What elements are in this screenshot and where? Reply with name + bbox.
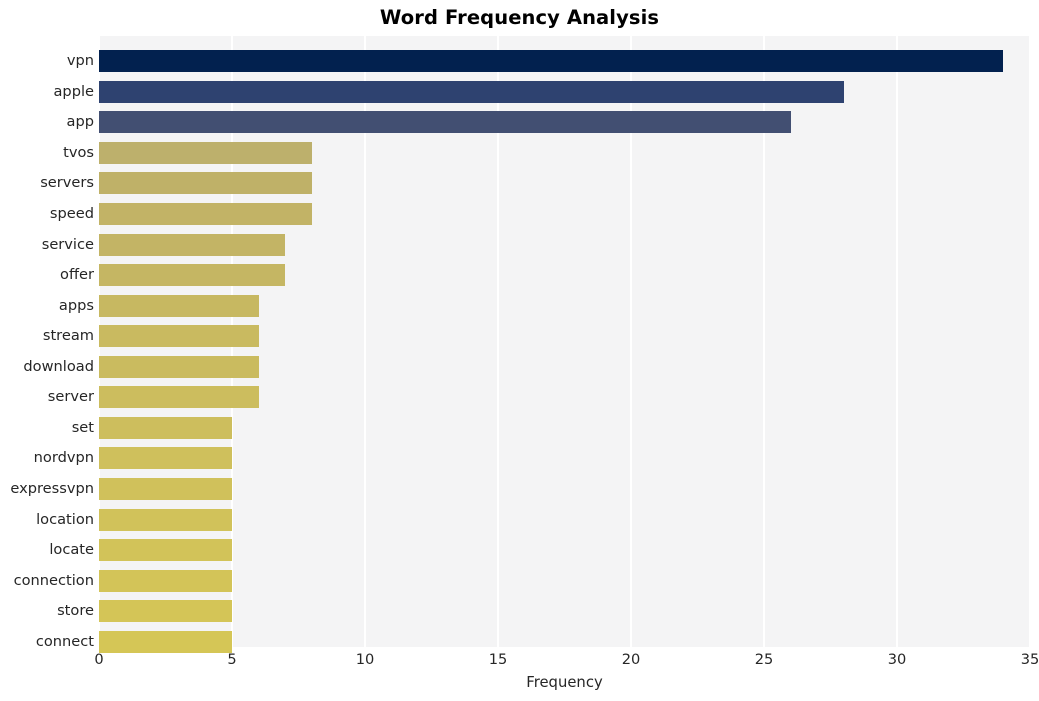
y-tick-label-stream: stream (42, 327, 94, 345)
y-tick-label-speed: speed (49, 205, 94, 223)
bar-stream (99, 325, 259, 348)
bar-locate (99, 539, 232, 562)
y-tick-label-servers: servers (40, 174, 94, 192)
x-tick-label-10: 10 (355, 651, 375, 668)
x-tick-label-15: 15 (488, 651, 508, 668)
chart-title: Word Frequency Analysis (379, 6, 660, 29)
bar-location (99, 508, 232, 531)
bar-download (99, 355, 259, 378)
y-tick-label-connection: connection (13, 571, 94, 589)
bar-store (99, 600, 232, 623)
bar-vpn (99, 50, 1004, 73)
x-tick-label-5: 5 (227, 651, 237, 668)
bar-expressvpn (99, 477, 232, 500)
y-tick-label-tvos: tvos (63, 143, 94, 161)
y-tick-label-apps: apps (58, 296, 94, 314)
bar-server (99, 386, 259, 409)
bar-offer (99, 264, 286, 287)
bar-servers (99, 172, 312, 195)
x-tick-label-25: 25 (754, 651, 774, 668)
x-axis-title: Frequency (526, 674, 603, 691)
x-tick-label-35: 35 (1020, 651, 1039, 668)
bar-apple (99, 80, 844, 103)
y-tick-label-server: server (47, 388, 94, 406)
gridline-x-30 (896, 36, 898, 647)
x-tick-label-20: 20 (621, 651, 641, 668)
x-tick-label-0: 0 (94, 651, 104, 668)
y-tick-label-app: app (66, 113, 94, 131)
x-axis-tick-labels: 0 5 10 15 20 25 30 35 (0, 651, 1039, 673)
chart-figure: Word Frequency Analysis vpn apple app tvos s… (0, 0, 1039, 701)
bar-app (99, 111, 791, 134)
y-tick-label-service: service (41, 235, 94, 253)
y-tick-label-connect: connect (35, 632, 94, 650)
x-tick-label-30: 30 (887, 651, 907, 668)
y-tick-label-apple: apple (53, 82, 94, 100)
bar-set (99, 416, 232, 439)
y-tick-label-set: set (71, 418, 94, 436)
y-tick-label-nordvpn: nordvpn (33, 449, 94, 467)
plot-area (98, 36, 1031, 653)
y-tick-label-expressvpn: expressvpn (10, 479, 94, 497)
bar-speed (99, 203, 312, 226)
gridline-x-35 (1029, 36, 1031, 647)
y-tick-label-locate: locate (49, 541, 94, 559)
y-axis-tick-labels: vpn apple app tvos servers speed service offer a… (0, 36, 94, 650)
bar-service (99, 233, 286, 256)
bar-nordvpn (99, 447, 232, 470)
y-tick-label-vpn: vpn (66, 52, 94, 70)
y-tick-label-offer: offer (60, 266, 94, 284)
bar-tvos (99, 141, 312, 164)
y-tick-label-location: location (36, 510, 94, 528)
bar-connection (99, 569, 232, 592)
bar-connect (99, 630, 232, 653)
y-tick-label-store: store (57, 602, 94, 620)
bar-apps (99, 294, 259, 317)
y-tick-label-download: download (23, 357, 94, 375)
